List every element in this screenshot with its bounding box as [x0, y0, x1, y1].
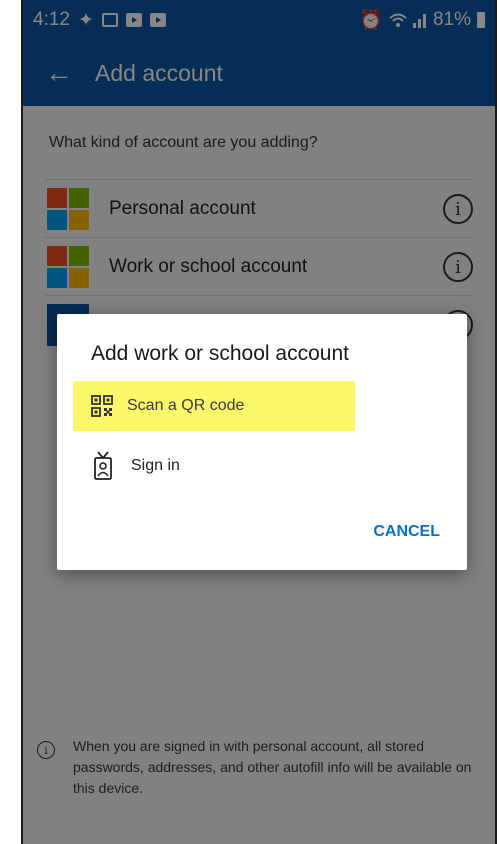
sign-in-label: Sign in	[131, 457, 180, 474]
sign-in-option[interactable]: Sign in	[73, 444, 355, 488]
qr-code-icon	[91, 395, 113, 417]
cancel-button[interactable]: CANCEL	[373, 523, 440, 541]
id-badge-icon	[94, 451, 112, 480]
phone-screen: 4:12 ✦ ⏰ 81% ← Add account What kind of …	[21, 0, 497, 844]
scan-qr-code-label: Scan a QR code	[127, 397, 245, 414]
scan-qr-code-option[interactable]: Scan a QR code	[73, 381, 355, 431]
dialog-title: Add work or school account	[91, 342, 349, 365]
add-work-account-dialog: Add work or school account Scan a QR cod…	[57, 314, 467, 570]
